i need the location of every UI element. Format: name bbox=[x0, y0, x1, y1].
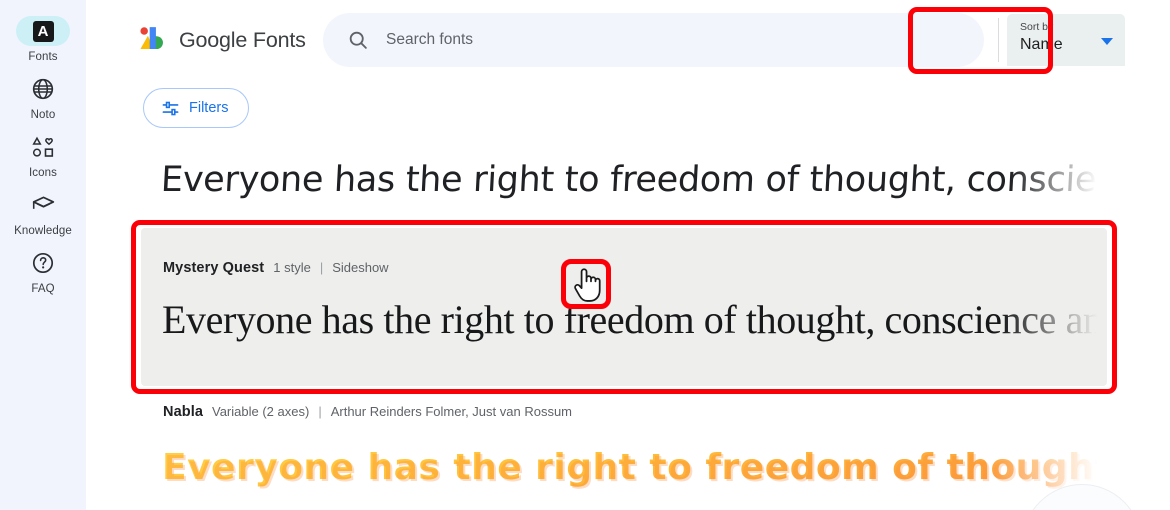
font-designer: Arthur Reinders Folmer, Just van Rossum bbox=[330, 404, 573, 419]
logo-text-google: Google bbox=[179, 27, 248, 52]
search-bar[interactable] bbox=[323, 13, 984, 67]
sidebar-item-label-knowledge: Knowledge bbox=[14, 225, 72, 237]
sidebar-item-icons[interactable]: Icons bbox=[0, 132, 86, 179]
font-card-mystery-quest[interactable]: Mystery Quest 1 style | Sideshow Everyon… bbox=[141, 228, 1107, 386]
pointing-hand-cursor bbox=[574, 268, 601, 302]
page-header: Google Fonts Sort by Name bbox=[86, 0, 1170, 80]
sidebar-item-faq[interactable]: FAQ bbox=[0, 248, 86, 295]
filters-button[interactable]: Filters bbox=[143, 88, 250, 128]
question-circle-icon bbox=[32, 252, 54, 274]
icons-icon-background bbox=[16, 132, 70, 162]
shopping-bag-button[interactable] bbox=[1166, 22, 1170, 58]
search-input[interactable] bbox=[386, 31, 906, 49]
font-meta: Nabla Variable (2 axes) | Arthur Reinder… bbox=[141, 404, 1107, 420]
sort-by-dropdown[interactable]: Sort by Name bbox=[1007, 14, 1125, 66]
globe-icon bbox=[32, 78, 54, 100]
font-meta: Mystery Quest 1 style | Sideshow bbox=[141, 228, 1107, 276]
font-meta-separator: | bbox=[319, 260, 324, 275]
header-divider bbox=[998, 18, 999, 62]
font-preview-text: Everyone has the right to freedom of tho… bbox=[159, 160, 1107, 200]
font-preview-text: Everyone has the right to freedom of tho… bbox=[162, 297, 1107, 342]
knowledge-icon-background bbox=[16, 190, 70, 220]
font-card-architects-daughter[interactable]: Everyone has the right to freedom of tho… bbox=[141, 148, 1107, 214]
noto-icon-background bbox=[16, 74, 70, 104]
sidebar-item-label-faq: FAQ bbox=[31, 283, 55, 295]
search-icon bbox=[349, 31, 367, 49]
logo-text-fonts: Fonts bbox=[247, 27, 306, 52]
sidebar-item-fonts[interactable]: A Fonts bbox=[0, 16, 86, 63]
font-preview-text: Everyone has the right to freedom of tho… bbox=[141, 420, 1107, 510]
shapes-grid-icon bbox=[32, 136, 54, 157]
filters-label: Filters bbox=[189, 100, 229, 116]
font-styles: 1 style bbox=[273, 260, 311, 275]
chevron-down-icon bbox=[1101, 38, 1113, 45]
font-designer: Sideshow bbox=[332, 260, 389, 275]
google-fonts-page: A Fonts Noto Icons Knowledge FAQ Google … bbox=[0, 0, 1170, 510]
sidebar-item-knowledge[interactable]: Knowledge bbox=[0, 190, 86, 237]
google-fonts-logo[interactable]: Google Fonts bbox=[138, 25, 306, 55]
google-fonts-logo-mark bbox=[140, 27, 163, 50]
letter-a-icon: A bbox=[32, 20, 54, 42]
faq-icon-background bbox=[16, 248, 70, 278]
font-name: Nabla bbox=[163, 404, 203, 420]
font-name: Mystery Quest bbox=[163, 260, 265, 276]
fonts-icon-background: A bbox=[16, 16, 70, 46]
font-styles: Variable (2 axes) bbox=[212, 404, 310, 419]
graduation-cap-icon bbox=[32, 195, 54, 209]
tune-sliders-icon bbox=[162, 101, 179, 115]
logo-text: Google Fonts bbox=[179, 28, 306, 53]
font-meta-separator: | bbox=[318, 404, 322, 419]
sort-by-label: Sort by bbox=[1020, 21, 1054, 33]
sidebar-item-noto[interactable]: Noto bbox=[0, 74, 86, 121]
sidebar-item-label-noto: Noto bbox=[30, 109, 56, 121]
font-card-nabla[interactable]: Nabla Variable (2 axes) | Arthur Reinder… bbox=[141, 404, 1107, 510]
left-sidebar: A Fonts Noto Icons Knowledge FAQ bbox=[0, 0, 86, 510]
sidebar-item-label-icons: Icons bbox=[29, 167, 57, 179]
sidebar-item-label-fonts: Fonts bbox=[28, 51, 58, 63]
